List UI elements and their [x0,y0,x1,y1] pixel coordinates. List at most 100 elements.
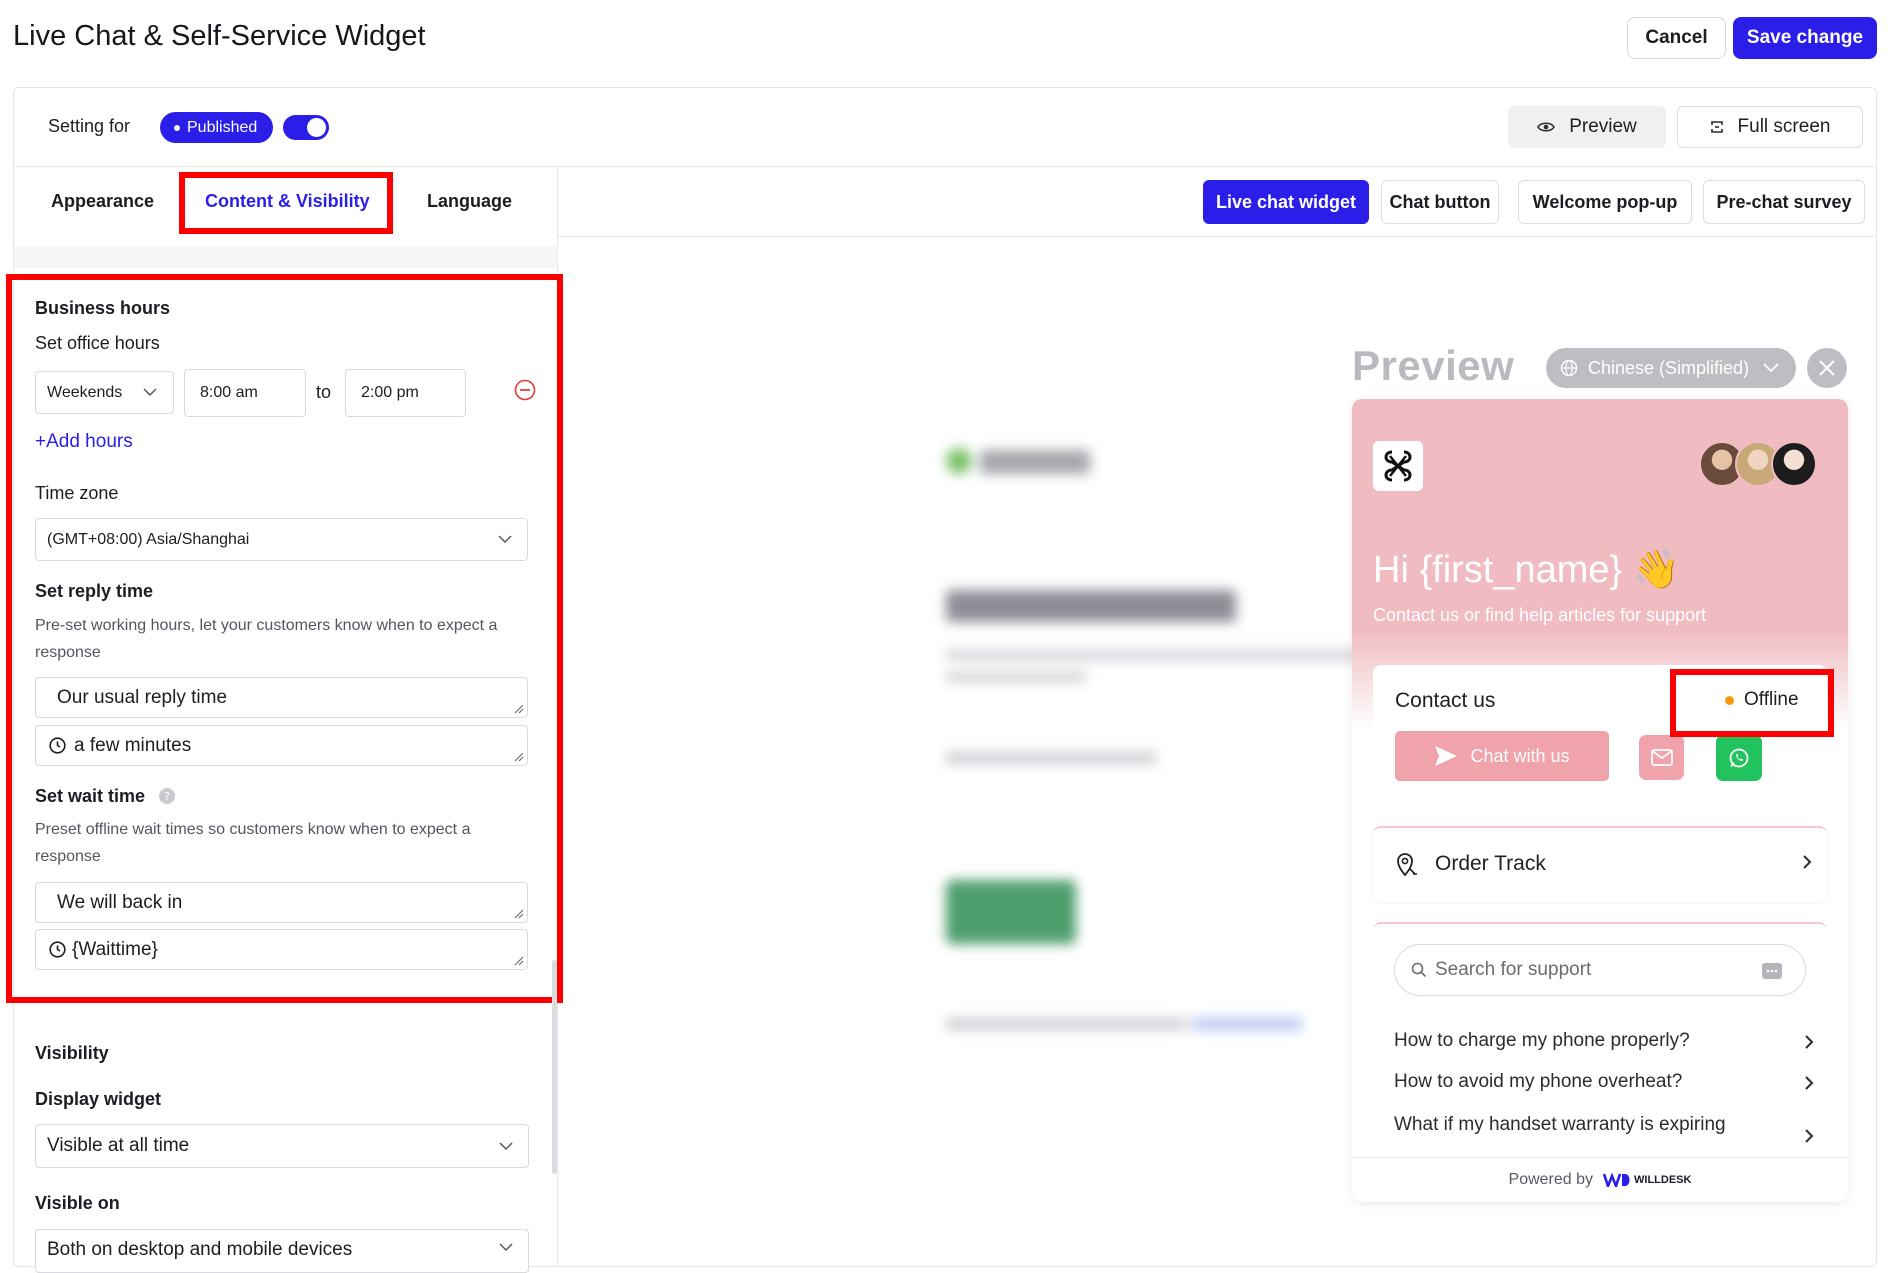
business-hours-title: Business hours [35,298,171,318]
setting-for-label: Setting for [48,116,131,136]
office-hours-label: Set office hours [35,333,160,353]
whatsapp-icon [1729,748,1749,768]
fullscreen-button-label: Full screen [1737,116,1831,137]
timezone-label: Time zone [35,483,119,503]
timezone-value: (GMT+08:00) Asia/Shanghai [47,530,250,548]
order-track-card[interactable]: Order Track [1373,826,1827,902]
brand-logo-icon [1384,450,1412,482]
resize-handle-icon[interactable] [512,954,524,966]
brand-logo [1373,441,1423,491]
end-time-value: 2:00 pm [361,384,419,401]
wait-value-input[interactable]: {Waittime} [35,929,528,970]
wait-text-input[interactable]: We will back in [35,882,528,923]
resize-handle-icon[interactable] [512,907,524,919]
tab-live-chat-widget[interactable]: Live chat widget [1203,180,1369,224]
status-badge[interactable]: Published [160,112,274,143]
tab-chat-button[interactable]: Chat button [1381,180,1499,224]
willdesk-logo: WILLDESK [1603,1173,1691,1187]
toggle-knob [307,118,326,137]
resize-handle-icon[interactable] [512,702,524,714]
faq-item[interactable]: How to charge my phone properly? [1394,1030,1690,1052]
visible-on-select[interactable]: Both on desktop and mobile devices [35,1229,529,1273]
visibility-title: Visibility [35,1043,109,1063]
blurred-storefront-background [940,440,1360,1060]
reply-time-description: Pre-set working hours, let your customer… [35,617,498,661]
chat-widget-preview: Hi {first_name} 👋 Contact us or find hel… [1352,399,1848,1202]
highlight-box-tab [179,172,393,234]
clock-icon [49,737,66,754]
close-icon [1819,360,1835,376]
status-label: Published [187,118,258,136]
chevron-down-icon [499,1243,513,1252]
language-value: Chinese (Simplified) [1588,357,1750,378]
powered-by-label: Powered by [1508,1171,1594,1188]
save-button[interactable]: Save change [1733,17,1877,59]
display-widget-label: Display widget [35,1089,162,1109]
to-label: to [316,382,332,402]
chat-bubble-icon [1762,963,1782,979]
wait-time-title: Set wait time [35,786,146,806]
willdesk-logo-icon [1603,1173,1630,1187]
search-icon [1411,962,1427,978]
chevron-right-icon [1805,1076,1814,1090]
faq-item[interactable]: How to avoid my phone overheat? [1394,1071,1682,1093]
language-select[interactable]: Chinese (Simplified) [1546,348,1796,388]
chevron-down-icon [498,535,512,544]
send-icon [1435,746,1458,766]
divider [14,166,1876,167]
highlight-box-offline [1670,669,1834,737]
chat-button-label: Chat with us [1470,745,1570,766]
chevron-down-icon [499,1142,513,1151]
tab-language[interactable]: Language [427,191,512,212]
reply-value-input[interactable]: a few minutes [35,725,528,766]
divider [558,236,1876,237]
chat-with-us-button[interactable]: Chat with us [1395,731,1609,781]
greeting-subtitle: Contact us or find help articles for sup… [1373,605,1707,625]
email-button[interactable] [1639,735,1684,780]
visible-on-label: Visible on [35,1193,120,1213]
wait-text-value: We will back in [57,891,183,913]
reply-text-input[interactable]: Our usual reply time [35,677,528,718]
svg-text:?: ? [164,790,170,803]
end-time-input[interactable]: 2:00 pm [345,369,466,417]
fullscreen-icon [1710,121,1723,133]
chevron-right-icon [1805,1129,1814,1143]
chevron-right-icon [1805,1035,1814,1049]
tab-pre-chat-survey[interactable]: Pre-chat survey [1703,180,1865,224]
page-title: Live Chat & Self-Service Widget [13,20,426,52]
remove-hours-icon[interactable] [514,379,536,401]
support-search-input[interactable]: Search for support [1394,944,1806,996]
mail-icon [1650,749,1673,766]
globe-icon [1560,359,1578,377]
help-icon[interactable]: ? [158,787,176,805]
status-dot [174,124,180,131]
start-time-input[interactable]: 8:00 am [184,369,306,417]
reply-time-title: Set reply time [35,581,154,601]
resize-handle-icon[interactable] [512,750,524,762]
preview-heading: Preview [1352,342,1515,389]
section-spacer [14,246,557,268]
display-widget-select[interactable]: Visible at all time [35,1124,529,1168]
cancel-button[interactable]: Cancel [1627,17,1726,59]
tab-welcome-popup[interactable]: Welcome pop-up [1518,180,1692,224]
avatar [1771,441,1817,487]
reply-value: a few minutes [74,734,192,756]
timezone-select[interactable]: (GMT+08:00) Asia/Shanghai [35,518,528,561]
add-hours-link[interactable]: +Add hours [35,431,133,453]
order-track-label: Order Track [1435,852,1546,875]
faq-item[interactable]: What if my handset warranty is expiring [1394,1114,1726,1136]
powered-by-footer: Powered by WILLDESK [1352,1157,1848,1202]
left-panel-scrollbar[interactable] [552,960,557,1174]
chevron-right-icon [1803,855,1812,869]
fullscreen-button[interactable]: Full screen [1677,106,1863,148]
preview-button[interactable]: Preview [1508,106,1666,148]
whatsapp-button[interactable] [1716,735,1762,781]
day-select[interactable]: Weekends [35,371,174,414]
location-pin-icon [1397,853,1417,877]
publish-toggle[interactable] [283,115,329,140]
tab-appearance[interactable]: Appearance [51,191,154,212]
search-placeholder: Search for support [1435,959,1592,980]
wait-time-description: Preset offline wait times so customers k… [35,821,471,865]
close-preview-button[interactable] [1807,348,1847,388]
reply-text-value: Our usual reply time [57,686,228,708]
